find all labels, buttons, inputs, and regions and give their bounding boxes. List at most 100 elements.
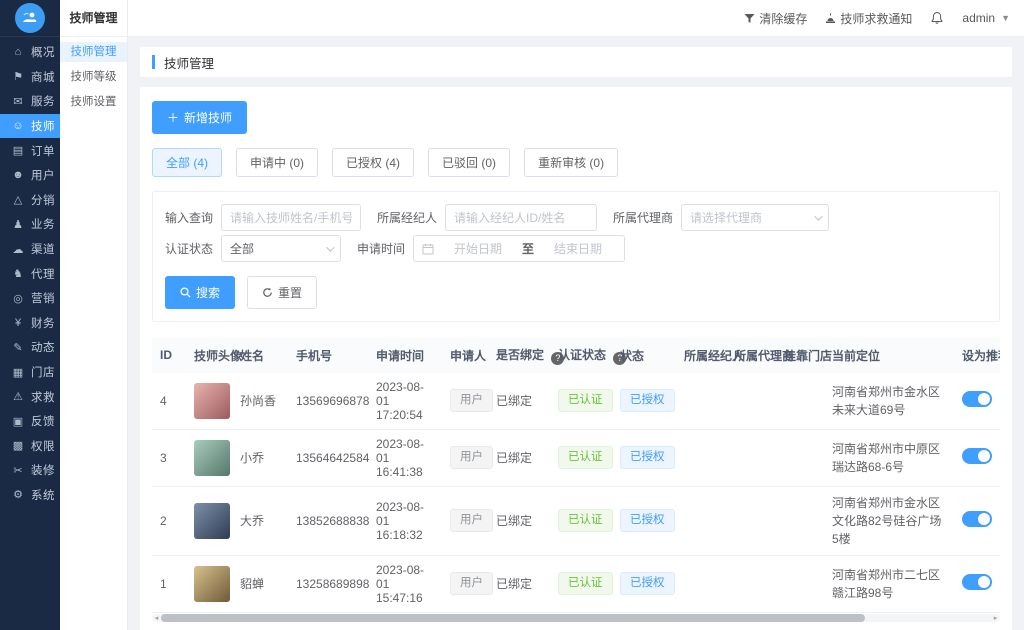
agent-icon: ♞ <box>13 268 23 281</box>
calendar-icon <box>422 243 434 254</box>
cert-status-badge: 已认证 <box>558 389 613 412</box>
recommend-toggle[interactable] <box>962 511 992 527</box>
sidebar-item-订单[interactable]: ▤ 订单 <box>0 138 60 163</box>
column-header-ID: ID <box>152 338 186 373</box>
cell-recommend <box>954 372 1000 430</box>
order-icon: ▤ <box>12 145 24 158</box>
sidebar-item-商城[interactable]: ⚑ 商城 <box>0 65 60 90</box>
sidebar-item-门店[interactable]: ▦ 门店 <box>0 360 60 385</box>
sidebar-item-动态[interactable]: ✎ 动态 <box>0 335 60 360</box>
cell-status: 已授权 <box>612 372 676 430</box>
sidebar-item-label: 求救 <box>31 391 55 404</box>
sidebar-item-label: 服务 <box>31 96 55 109</box>
technician-table-wrap: ID技师头像姓名手机号申请时间申请人是否绑定 ?认证状态 ?状态所属经纪人所属代… <box>152 338 1000 613</box>
distribution-icon: △ <box>13 194 23 207</box>
main-area: 清除缓存 技师求救通知 admin ▼ 技师管理 ＋ 新增技师 全部 (4) 申… <box>128 0 1024 630</box>
sidebar-item-代理[interactable]: ♞ 代理 <box>0 261 60 286</box>
cell-cert-status: 已认证 <box>550 429 613 487</box>
cell-apply-time: 2023-08-01 15:47:16 <box>368 555 442 613</box>
query-input[interactable] <box>221 204 362 231</box>
avatar[interactable] <box>194 382 230 419</box>
add-technician-button[interactable]: ＋ 新增技师 <box>152 101 248 134</box>
sidebar-item-概况[interactable]: ⌂ 概况 <box>0 40 60 65</box>
submenu-item-技师设置[interactable]: 技师设置 <box>60 92 127 112</box>
query-filter: 输入查询 <box>165 204 362 231</box>
clear-cache-button[interactable]: 清除缓存 <box>744 10 807 27</box>
finance-icon: ¥ <box>14 316 22 329</box>
cell-store <box>776 555 824 613</box>
table-body: 4 孙尚香 13569696878 2023-08-01 17:20:54 用户 已绑定 已认… <box>152 372 1000 613</box>
sidebar-item-服务[interactable]: ✉ 服务 <box>0 89 60 114</box>
sidebar-item-label: 订单 <box>31 145 55 158</box>
cell-avatar <box>186 486 232 556</box>
tab-申请中 (0)[interactable]: 申请中 (0) <box>236 148 319 177</box>
sidebar-item-label: 系统 <box>31 489 55 502</box>
reset-button-label: 重置 <box>278 286 303 300</box>
submenu-item-技师管理[interactable]: 技师管理 <box>60 42 127 62</box>
column-header-设为推荐: 设为推荐 <box>954 338 1000 373</box>
sidebar-item-label: 分销 <box>31 194 55 207</box>
sidebar-item-装修[interactable]: ✂ 装修 <box>0 458 60 483</box>
sidebar-item-业务[interactable]: ♟ 业务 <box>0 212 60 237</box>
admin-menu[interactable]: admin ▼ <box>962 11 1010 25</box>
sidebar-item-渠道[interactable]: ☁ 渠道 <box>0 237 60 262</box>
cell-status: 已授权 <box>612 429 676 487</box>
tab-全部 (4)[interactable]: 全部 (4) <box>152 148 223 177</box>
cert-status-value: 全部 <box>230 242 255 256</box>
applicant-tag: 用户 <box>450 389 493 412</box>
sidebar-item-系统[interactable]: ⚙ 系统 <box>0 483 60 508</box>
status-badge: 已授权 <box>620 389 675 412</box>
search-button[interactable]: 搜索 <box>165 276 236 309</box>
sidebar-item-财务[interactable]: ¥ 财务 <box>0 311 60 336</box>
sidebar-item-求救[interactable]: ⚠ 求救 <box>0 384 60 409</box>
agency-select-placeholder: 请选择代理商 <box>690 211 763 225</box>
sidebar-item-权限[interactable]: ▩ 权限 <box>0 434 60 459</box>
feedback-icon: ▣ <box>12 415 24 428</box>
user-icon: ☻ <box>12 169 24 182</box>
sidebar-item-label: 代理 <box>31 268 55 281</box>
scroll-left-arrow-icon[interactable]: ◂ <box>152 614 161 622</box>
cell-bound: 已绑定 <box>488 372 550 430</box>
cell-avatar <box>186 555 232 613</box>
broker-filter: 所属经纪人 <box>377 204 598 231</box>
cert-status-select[interactable]: 全部 <box>221 235 342 262</box>
sidebar-item-反馈[interactable]: ▣ 反馈 <box>0 409 60 434</box>
sidebar-item-用户[interactable]: ☻ 用户 <box>0 163 60 188</box>
tab-重新审核 (0)[interactable]: 重新审核 (0) <box>524 148 619 177</box>
horizontal-scrollbar[interactable]: ◂ ▸ <box>152 613 1000 622</box>
notification-bell-icon[interactable] <box>930 11 944 25</box>
broker-input[interactable] <box>445 204 598 231</box>
column-header-所属经纪人: 所属经纪人 <box>676 338 744 373</box>
cell-phone: 13852688838 <box>288 486 369 556</box>
search-button-label: 搜索 <box>196 286 221 300</box>
sidebar-item-label: 财务 <box>31 317 55 330</box>
tab-已驳回 (0)[interactable]: 已驳回 (0) <box>428 148 511 177</box>
avatar[interactable] <box>194 565 230 602</box>
sidebar-item-营销[interactable]: ◎ 营销 <box>0 286 60 311</box>
apply-time-label: 申请时间 <box>357 242 406 256</box>
cell-avatar <box>186 372 232 430</box>
date-range-picker[interactable]: 开始日期 至 结束日期 <box>413 235 626 262</box>
recommend-toggle[interactable] <box>962 448 992 464</box>
reset-button[interactable]: 重置 <box>247 276 318 309</box>
avatar[interactable] <box>194 502 230 539</box>
scrollbar-thumb[interactable] <box>161 613 865 622</box>
sidebar-item-技师[interactable]: ☺ 技师 <box>0 113 60 139</box>
cell-name: 大乔 <box>232 486 288 556</box>
cell-cert-status: 已认证 <box>550 555 613 613</box>
sidebar-nav: ⌂ 概况 ⚑ 商城 ✉ 服务 ☺ 技师 ▤ 订单 ☻ 用户 △ 分销 ♟ 业务 ☁ 渠道 ♞ 代理 ◎ 营销 ¥ 财务 ✎ 动态 ▦… <box>0 37 60 507</box>
scroll-right-arrow-icon[interactable]: ▸ <box>991 614 1000 622</box>
submenu-item-技师等级[interactable]: 技师等级 <box>60 67 127 87</box>
tab-已授权 (4)[interactable]: 已授权 (4) <box>332 148 415 177</box>
topbar: 清除缓存 技师求救通知 admin ▼ <box>128 0 1024 37</box>
column-header-认证状态: 认证状态 ? <box>550 338 627 373</box>
brand-logo-icon[interactable] <box>15 3 45 33</box>
recommend-toggle[interactable] <box>962 391 992 407</box>
avatar[interactable] <box>194 439 230 476</box>
agency-select[interactable]: 请选择代理商 <box>681 204 830 231</box>
sos-notice-button[interactable]: 技师求救通知 <box>825 10 912 27</box>
sos-icon: ⚠ <box>13 391 23 404</box>
recommend-toggle[interactable] <box>962 574 992 590</box>
table-row: 4 孙尚香 13569696878 2023-08-01 17:20:54 用户 已绑定 已认… <box>152 372 1000 430</box>
sidebar-item-分销[interactable]: △ 分销 <box>0 188 60 213</box>
